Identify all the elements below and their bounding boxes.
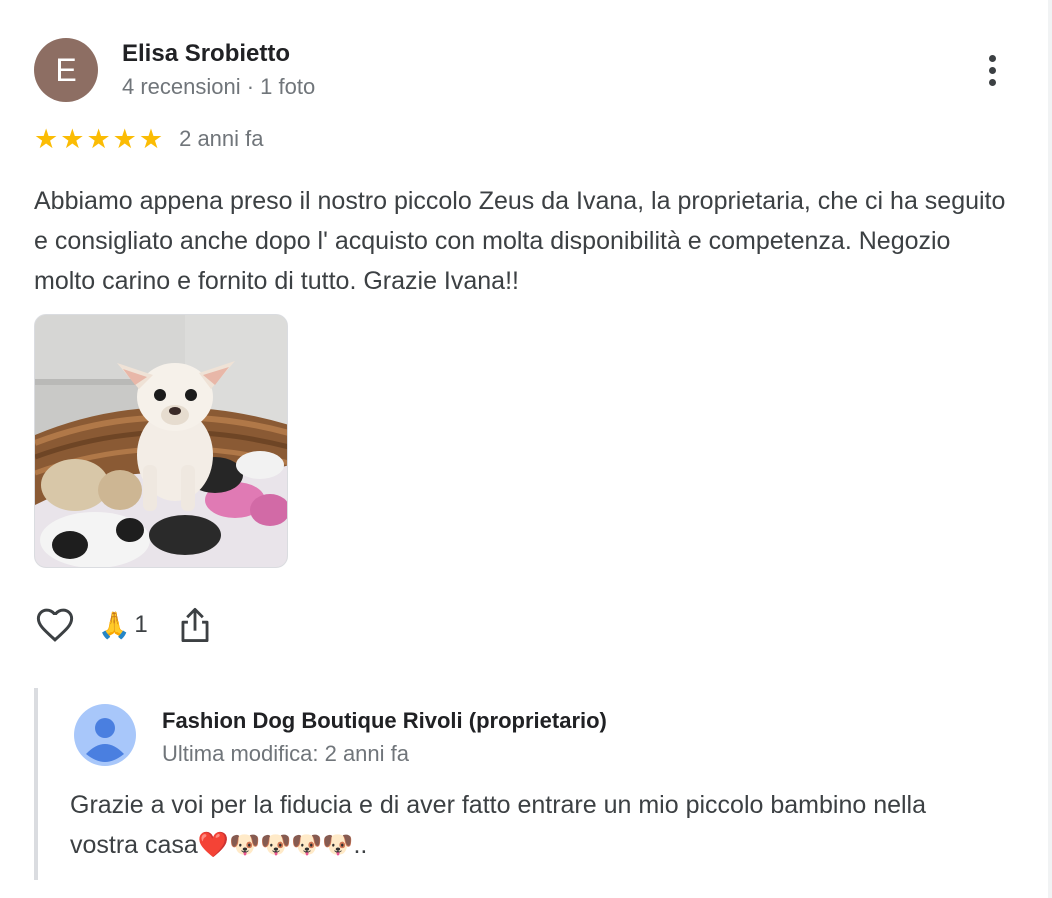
star-icon: ★ bbox=[60, 124, 85, 154]
reviewer-avatar[interactable]: E bbox=[34, 38, 98, 102]
share-button[interactable] bbox=[178, 605, 212, 645]
star-icon: ★ bbox=[112, 124, 137, 154]
review-photo[interactable] bbox=[34, 314, 288, 568]
default-user-icon bbox=[74, 704, 136, 766]
heart-outline-icon bbox=[36, 608, 74, 642]
pray-emoji-icon: 🙏 bbox=[98, 609, 131, 640]
rating-row: ★ ★ ★ ★ ★ 2 anni fa bbox=[34, 124, 264, 154]
more-dot-icon bbox=[988, 66, 996, 74]
reviewer-meta: 4 recensioni · 1 foto bbox=[122, 74, 316, 99]
reviewer-name[interactable]: Elisa Srobietto bbox=[122, 40, 290, 68]
more-dot-icon bbox=[988, 54, 996, 62]
owner-name: Fashion Dog Boutique Rivoli (proprietari… bbox=[162, 708, 607, 733]
owner-avatar[interactable] bbox=[74, 704, 136, 766]
star-icon: ★ bbox=[138, 124, 164, 154]
owner-reply: Fashion Dog Boutique Rivoli (proprietari… bbox=[34, 688, 994, 880]
review-card: E Elisa Srobietto 4 recensioni · 1 foto … bbox=[0, 0, 1052, 898]
more-options-button[interactable] bbox=[975, 50, 1009, 90]
review-time: 2 anni fa bbox=[179, 126, 264, 151]
owner-reply-meta: Ultima modifica: 2 anni fa bbox=[162, 741, 409, 766]
reaction-chip[interactable]: 🙏 1 bbox=[98, 610, 148, 641]
star-icon: ★ bbox=[86, 124, 111, 154]
like-button[interactable] bbox=[34, 604, 76, 646]
owner-reply-text: Grazie a voi per la fiducia e di aver fa… bbox=[70, 791, 927, 859]
star-rating: ★ ★ ★ ★ ★ bbox=[34, 124, 163, 154]
more-dot-icon bbox=[988, 78, 996, 86]
review-actions: 🙏 1 bbox=[34, 604, 212, 646]
star-icon: ★ bbox=[34, 124, 59, 154]
puppy-photo-image bbox=[35, 315, 287, 567]
review-text: Abbiamo appena preso il nostro piccolo Z… bbox=[34, 187, 1006, 295]
card-edge bbox=[1048, 0, 1052, 898]
reaction-count: 1 bbox=[134, 611, 148, 638]
share-icon bbox=[181, 608, 209, 642]
